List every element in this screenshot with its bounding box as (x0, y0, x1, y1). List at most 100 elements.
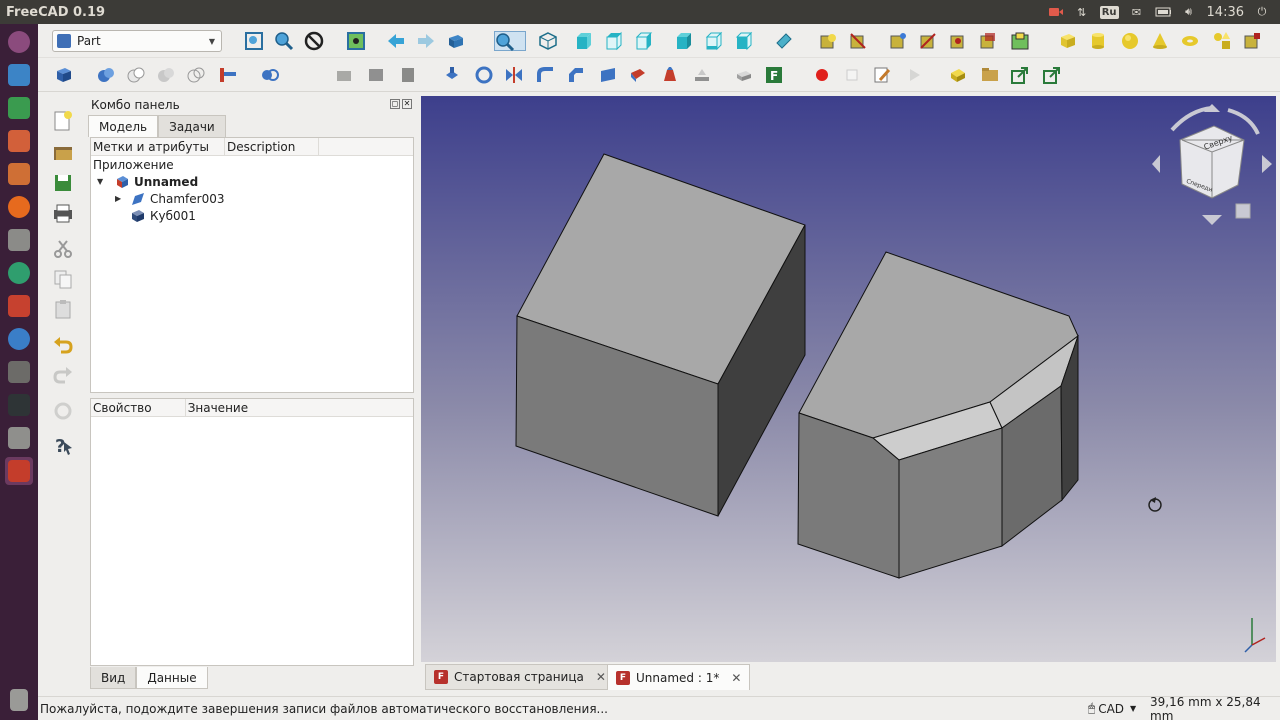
keyboard-layout-indicator[interactable]: Ru (1099, 5, 1119, 19)
new-part-icon[interactable] (54, 65, 74, 85)
macro-stop-icon[interactable] (842, 65, 862, 85)
convert-to-solid-icon[interactable] (398, 65, 418, 85)
mirror-icon[interactable] (504, 65, 524, 85)
ubuntu-dash-icon[interactable] (5, 28, 33, 56)
camera-record-icon[interactable] (1048, 5, 1064, 19)
save-document-icon[interactable] (52, 172, 74, 194)
3d-viewport[interactable]: Сверху Спереди (421, 96, 1276, 662)
synaptic-icon[interactable] (5, 259, 33, 287)
bottom-view-icon[interactable] (704, 31, 724, 51)
collapse-arrow-icon[interactable]: ▶ (115, 194, 125, 203)
terminal-icon[interactable] (5, 391, 33, 419)
close-panel-icon[interactable]: ✕ (402, 99, 412, 109)
new-document-icon[interactable] (52, 110, 74, 132)
split-icon[interactable] (260, 65, 280, 85)
export-link-icon[interactable] (1010, 65, 1030, 85)
kazam-icon[interactable] (5, 325, 33, 353)
measure-distance-icon[interactable] (774, 31, 794, 51)
macro-edit-icon[interactable] (872, 65, 892, 85)
part-tools-5-icon[interactable] (1010, 31, 1030, 51)
rear-view-icon[interactable] (674, 31, 694, 51)
macro-record-icon[interactable] (812, 65, 832, 85)
close-tab-icon[interactable]: ✕ (596, 670, 606, 684)
create-primitives-icon[interactable] (818, 31, 838, 51)
whats-this-icon[interactable]: ? (52, 434, 74, 457)
tab-data[interactable]: Данные (136, 667, 208, 689)
chamfer-icon[interactable] (566, 65, 586, 85)
redo-icon[interactable] (52, 364, 74, 386)
attachment-editor-icon[interactable]: F (764, 65, 784, 85)
navigation-cube[interactable]: Сверху Спереди (1152, 104, 1272, 225)
sphere-icon[interactable] (1120, 31, 1140, 51)
extrude-icon[interactable] (442, 65, 462, 85)
float-panel-icon[interactable]: ◻ (390, 99, 400, 109)
tab-start-page[interactable]: F Стартовая страница ✕ (425, 664, 615, 690)
share-link-icon[interactable] (1042, 65, 1062, 85)
top-view-icon[interactable] (604, 31, 624, 51)
part-tools-4-icon[interactable] (978, 31, 998, 51)
refresh-icon[interactable] (52, 400, 74, 422)
folder-icon[interactable] (980, 65, 1000, 85)
property-header-value[interactable]: Значение (186, 399, 413, 416)
common-icon[interactable] (186, 65, 206, 85)
cylinder-icon[interactable] (1088, 31, 1108, 51)
part-design-icon[interactable] (948, 65, 968, 85)
loft-icon[interactable] (660, 65, 680, 85)
front-view-icon[interactable] (574, 31, 594, 51)
expand-arrow-icon[interactable]: ▼ (97, 177, 107, 186)
make-face-icon[interactable] (598, 65, 618, 85)
print-icon[interactable] (52, 202, 74, 224)
tab-model[interactable]: Модель (88, 115, 159, 137)
cut-scissors-icon[interactable] (52, 238, 74, 260)
files-icon[interactable] (5, 160, 33, 188)
copy-icon[interactable] (52, 268, 74, 290)
tree-header-description[interactable]: Description (225, 138, 319, 155)
open-document-icon[interactable] (52, 142, 74, 164)
join-features-icon[interactable] (218, 65, 238, 85)
property-header-name[interactable]: Свойство (91, 399, 186, 416)
section-icon[interactable] (734, 65, 754, 85)
macro-run-icon[interactable] (904, 65, 924, 85)
compound-icon[interactable] (334, 65, 354, 85)
tab-unnamed[interactable]: F Unnamed : 1* ✕ (607, 664, 751, 690)
fillet-icon[interactable] (536, 65, 556, 85)
right-view-icon[interactable] (634, 31, 654, 51)
power-icon[interactable]: ⏻ (1254, 5, 1270, 19)
system-monitor-icon[interactable] (5, 358, 33, 386)
fit-all-icon[interactable] (244, 31, 264, 51)
bounding-box-icon[interactable] (346, 31, 366, 51)
screenshot-icon[interactable] (5, 226, 33, 254)
shape-builder-icon[interactable] (848, 31, 868, 51)
cut-icon[interactable] (126, 65, 146, 85)
draw-style-icon[interactable] (304, 31, 324, 51)
fit-selection-icon[interactable] (274, 31, 294, 51)
part-tools-2-icon[interactable] (918, 31, 938, 51)
fuse-icon[interactable] (156, 65, 176, 85)
close-tab-icon[interactable]: ✕ (731, 671, 741, 685)
ruled-surface-icon[interactable] (628, 65, 648, 85)
cone-icon[interactable] (1150, 31, 1170, 51)
undo-icon[interactable] (52, 334, 74, 356)
cube-icon[interactable] (1058, 31, 1078, 51)
mail-icon[interactable]: ✉ (1129, 5, 1145, 19)
calculator-icon[interactable] (5, 424, 33, 452)
freecad-icon[interactable] (5, 457, 33, 485)
part-tools-1-icon[interactable] (888, 31, 908, 51)
property-view[interactable]: Свойство Значение (90, 398, 414, 666)
paste-icon[interactable] (52, 298, 74, 320)
libreoffice-writer-icon[interactable] (5, 61, 33, 89)
std-views-icon[interactable] (446, 31, 466, 51)
workbench-selector[interactable]: Part ▼ (52, 30, 222, 52)
tree-item-chamfer[interactable]: ▶ Chamfer003 (115, 190, 224, 207)
tree-document-unnamed[interactable]: ▼ Unnamed (97, 173, 198, 190)
model-tree[interactable]: Метки и атрибуты Description Приложение … (90, 137, 414, 393)
libreoffice-calc-icon[interactable] (5, 94, 33, 122)
fit-all-dropdown-icon[interactable] (494, 31, 526, 52)
libreoffice-impress-icon[interactable] (5, 127, 33, 155)
tab-view[interactable]: Вид (90, 667, 137, 689)
tree-root-application[interactable]: Приложение (93, 156, 174, 173)
volume-icon[interactable]: 🔊︎ (1181, 5, 1197, 19)
left-view-icon[interactable] (734, 31, 754, 51)
primitives-icon[interactable] (1212, 31, 1232, 51)
shape-from-mesh-icon[interactable] (366, 65, 386, 85)
